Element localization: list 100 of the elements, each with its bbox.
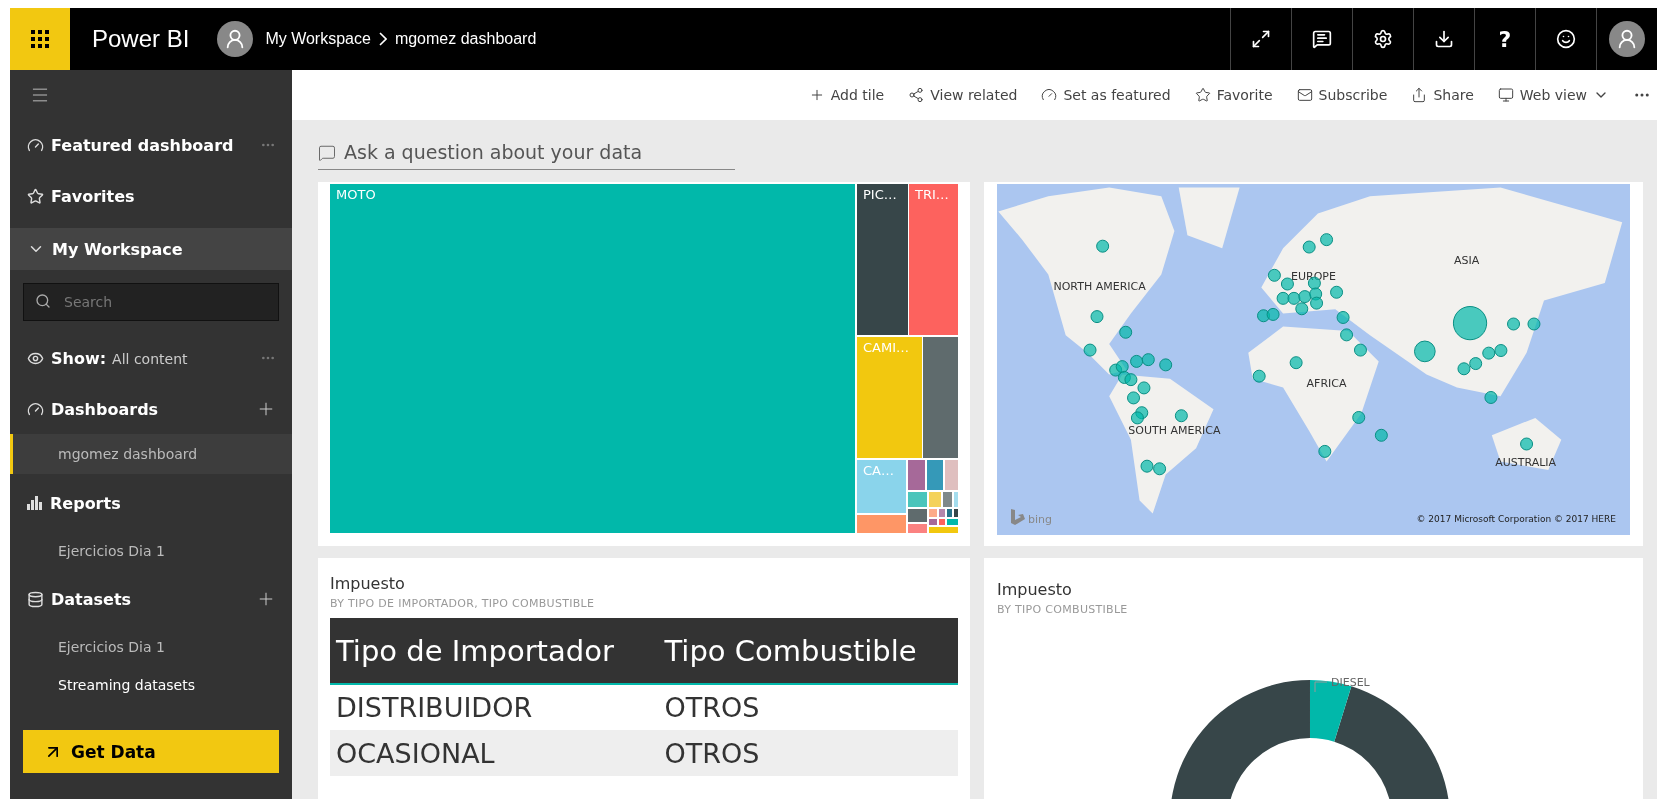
toolbar-button[interactable]: Set as featured	[1041, 87, 1171, 103]
table-cell: OCASIONAL	[330, 730, 659, 776]
breadcrumb-link[interactable]: My Workspace	[265, 30, 371, 48]
database-icon	[27, 590, 44, 608]
question-field[interactable]: Ask a question about your data	[318, 134, 735, 170]
workspace-avatar[interactable]	[217, 21, 254, 57]
region-label: SOUTH AMERICA	[1128, 424, 1221, 438]
region-label: EUROPE	[1291, 269, 1336, 283]
map-bubble	[1320, 233, 1334, 247]
gauge-icon	[27, 400, 44, 418]
app-launcher-button[interactable]	[10, 8, 70, 70]
treemap-block	[857, 515, 906, 533]
sidebar-section[interactable]: Reports	[10, 474, 292, 532]
map-bubble	[1174, 409, 1188, 423]
treemap-block	[947, 519, 958, 525]
map-bubble	[1127, 391, 1140, 405]
table-cell: OTROS	[658, 730, 958, 776]
table-cell: OTROS	[658, 684, 958, 730]
breadcrumb-link[interactable]: mgomez dashboard	[394, 30, 537, 48]
map-bubble	[1295, 302, 1309, 316]
map-bubble	[1115, 360, 1129, 374]
tile-title: Impuesto	[330, 574, 406, 593]
map-bubble	[1266, 307, 1280, 321]
map-bubble	[1141, 353, 1155, 367]
smiley-icon	[1556, 29, 1576, 49]
region-label: NORTH AMERICA	[1053, 279, 1146, 293]
sidebar-item[interactable]: Favorites	[10, 170, 292, 222]
map-bubble	[1090, 310, 1104, 324]
map-bubble	[1130, 411, 1144, 425]
gauge-icon	[27, 136, 44, 154]
map-bubble	[1482, 346, 1496, 360]
map-bubble	[1330, 285, 1344, 299]
sidebar-section[interactable]: Datasets	[10, 570, 292, 628]
map-bubble	[1153, 462, 1167, 476]
map-bubble	[1096, 239, 1110, 253]
map-bubble	[1457, 362, 1471, 376]
search-field[interactable]: Search	[23, 283, 279, 321]
toolbar-button[interactable]: Favorite	[1194, 87, 1273, 103]
tile-subtitle: BY TIPO COMBUSTIBLE	[997, 603, 1129, 616]
sidebar-item[interactable]: Featured dashboard	[10, 120, 292, 170]
sidebar-subitem[interactable]: Ejercicios Dia 1	[10, 532, 292, 570]
tile-title: Impuesto	[997, 580, 1073, 599]
map-bubble	[1289, 356, 1303, 370]
toolbar-button[interactable]: Add tile	[808, 87, 885, 103]
search-icon	[35, 293, 51, 309]
share-icon	[1411, 87, 1428, 103]
toolbar-button[interactable]: Subscribe	[1296, 87, 1388, 103]
bing-logo-icon	[1011, 509, 1025, 525]
expand-icon	[1251, 29, 1271, 49]
map-bubble	[1280, 277, 1294, 291]
map-bubble	[1140, 459, 1154, 473]
gauge-icon	[1041, 87, 1058, 103]
treemap-block	[929, 492, 941, 507]
treemap-label: PIC…	[863, 187, 897, 202]
map-bubble	[1336, 311, 1350, 324]
sidebar-subitem[interactable]: Streaming datasets	[10, 666, 292, 704]
map-bubble	[1354, 343, 1367, 357]
map-bubble	[1318, 444, 1332, 458]
treemap-block	[943, 492, 952, 507]
region-label: AUSTRALIA	[1495, 455, 1557, 469]
sidebar-item[interactable]: My Workspace	[10, 228, 292, 270]
chevron-right-icon	[378, 32, 387, 46]
toolbar-button[interactable]: View related	[908, 87, 1018, 103]
toolbar-button[interactable]: Web view	[1497, 87, 1609, 103]
show-filter[interactable]: Show: All content	[10, 332, 292, 384]
treemap-block	[908, 509, 927, 522]
map-bubble	[1130, 354, 1144, 368]
app-name: Power BI	[92, 25, 190, 53]
treemap-block	[857, 460, 906, 513]
leader-line	[1314, 681, 1328, 693]
treemap-block	[927, 460, 943, 490]
monitor-icon	[1497, 87, 1514, 103]
map-bubble	[1267, 268, 1281, 282]
sidebar-section[interactable]: Dashboards	[10, 384, 292, 434]
sidebar-subitem[interactable]: mgomez dashboard	[10, 434, 292, 474]
toolbar-button[interactable]: Share	[1411, 87, 1474, 103]
bar-chart-icon	[27, 496, 43, 510]
map-logo-text: bing	[1028, 513, 1052, 526]
map-bubble	[1287, 291, 1301, 305]
map-bubble	[1414, 340, 1436, 363]
map-bubble	[1124, 373, 1138, 387]
map-bubble	[1527, 317, 1541, 331]
settings-icon	[1373, 29, 1393, 49]
star-icon	[1194, 87, 1211, 103]
table-cell: DISTRIBUIDOR	[330, 684, 659, 730]
mail-icon	[1296, 87, 1313, 103]
region-label: ASIA	[1453, 253, 1480, 267]
treemap-block	[908, 524, 927, 533]
treemap-block	[945, 460, 958, 490]
treemap-label: TRI…	[915, 187, 949, 202]
map-bubble	[1119, 325, 1133, 339]
map-bubble	[1507, 317, 1520, 331]
sidebar-subitem[interactable]: Ejercicios Dia 1	[10, 628, 292, 666]
map-bubble	[1452, 306, 1488, 341]
region-label: AFRICA	[1306, 377, 1347, 391]
treemap-block	[908, 492, 927, 507]
treemap-block	[929, 527, 958, 533]
download-icon	[1434, 29, 1454, 49]
get-data-button[interactable]: Get Data	[23, 730, 279, 773]
map-bubble	[1352, 411, 1366, 424]
